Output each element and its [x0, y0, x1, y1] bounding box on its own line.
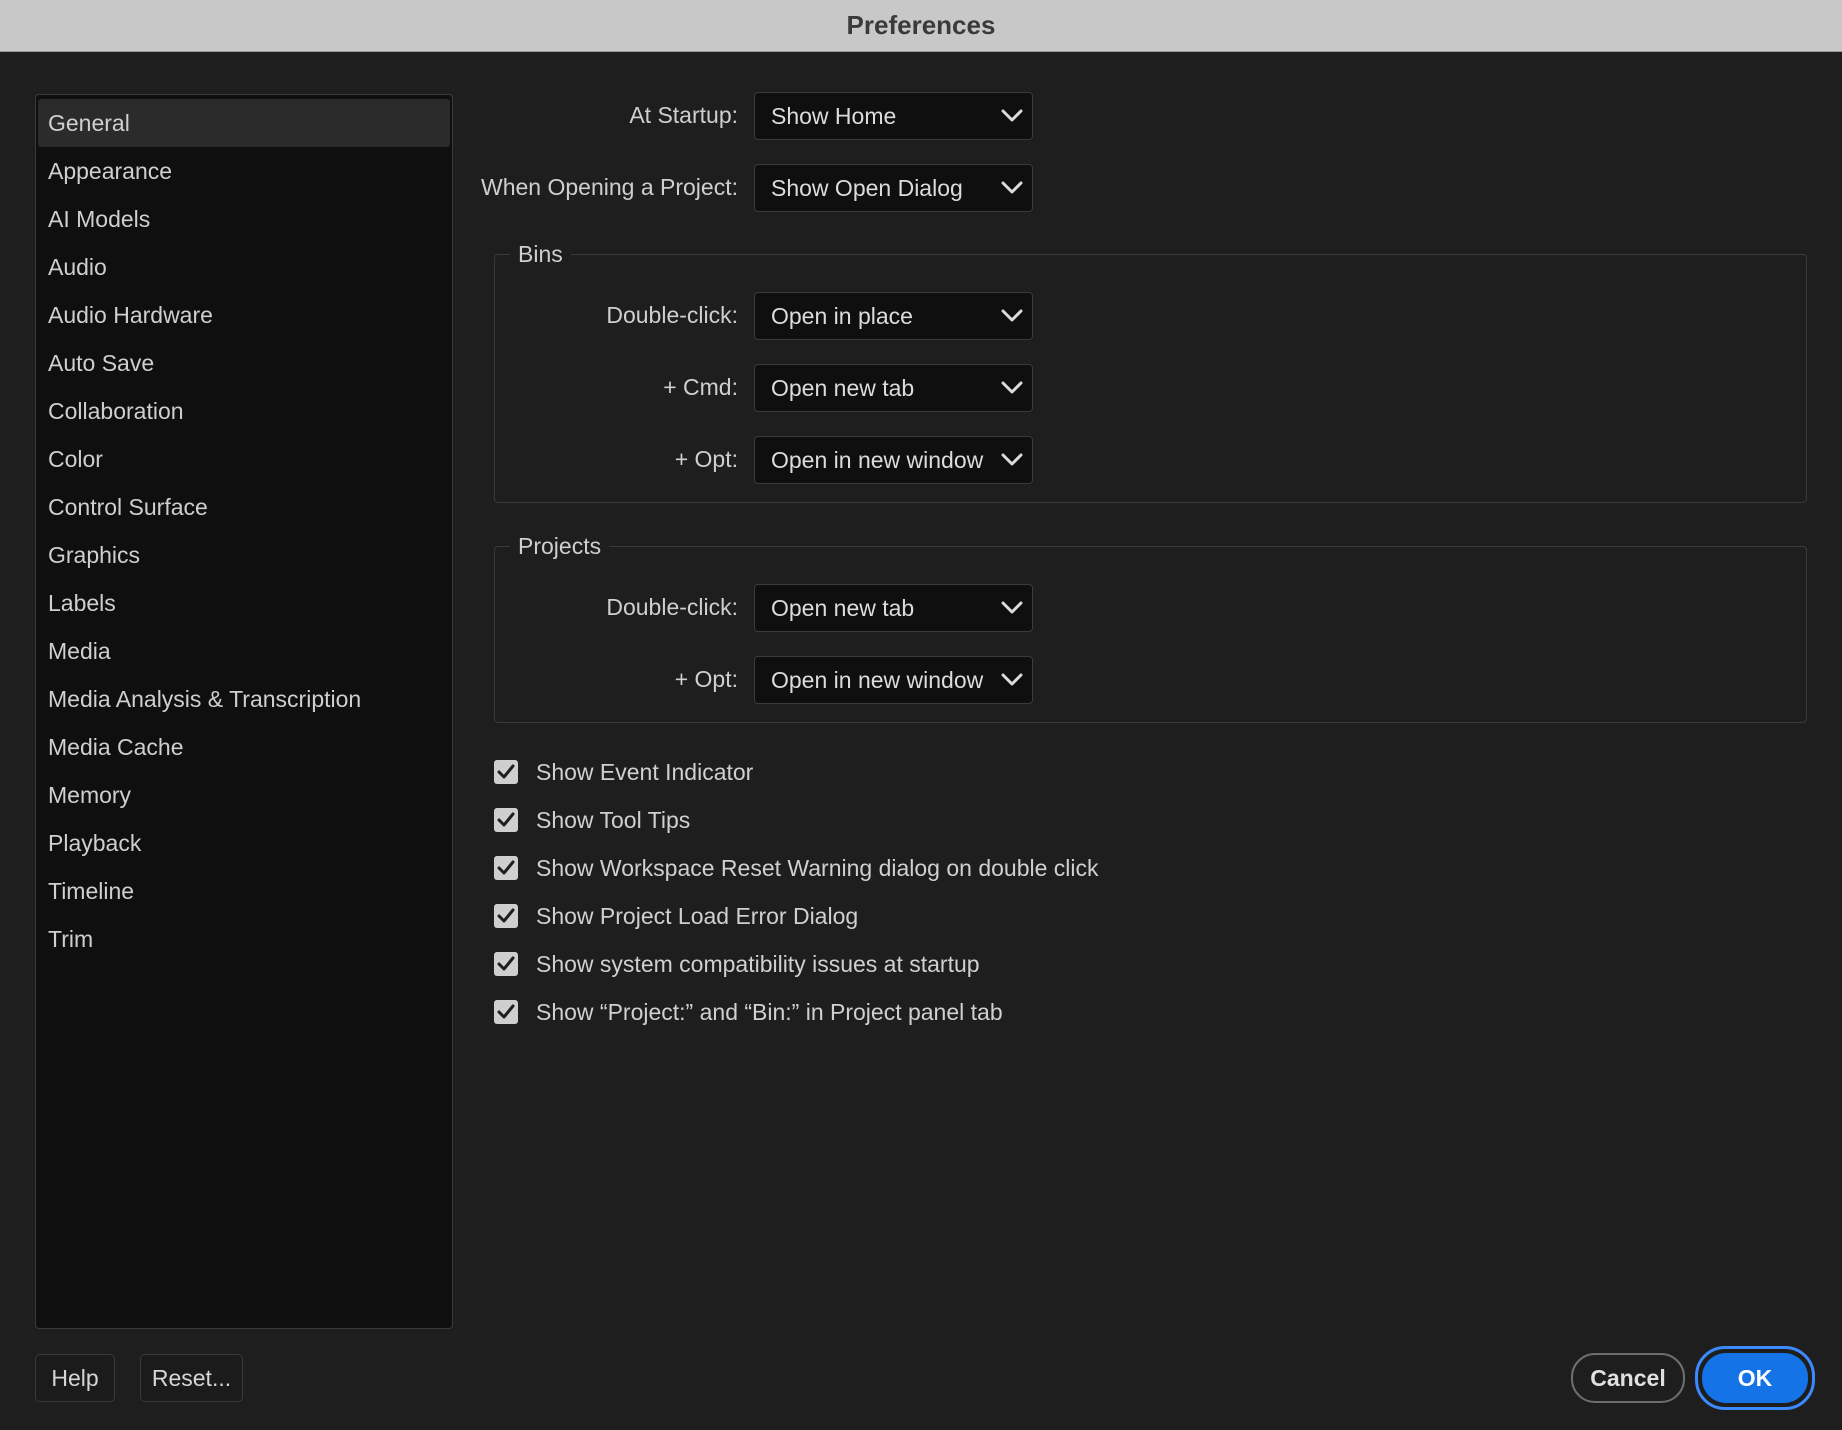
chevron-down-icon: [992, 93, 1032, 139]
sidebar-item-memory[interactable]: Memory: [38, 771, 450, 819]
show-workspace-reset-warning-checkbox[interactable]: [494, 856, 518, 880]
show-project-load-error-option[interactable]: Show Project Load Error Dialog: [494, 901, 858, 931]
bins-double-click-value: Open in place: [771, 302, 913, 329]
chevron-down-icon: [992, 585, 1032, 631]
projects-opt-dropdown[interactable]: Open in new window: [754, 656, 1033, 704]
bins-double-click-label: Double-click:: [606, 302, 738, 328]
at-startup-dropdown[interactable]: Show Home: [754, 92, 1033, 140]
reset-button[interactable]: Reset...: [140, 1354, 243, 1402]
bins-cmd-dropdown[interactable]: Open new tab: [754, 364, 1033, 412]
checkmark-icon: [497, 908, 515, 923]
show-event-indicator-option[interactable]: Show Event Indicator: [494, 757, 753, 787]
projects-group-title: Projects: [510, 533, 610, 560]
projects-double-click-label: Double-click:: [606, 594, 738, 620]
ok-button-label: OK: [1702, 1353, 1808, 1403]
sidebar-item-playback[interactable]: Playback: [38, 819, 450, 867]
show-compatibility-issues-checkbox[interactable]: [494, 952, 518, 976]
chevron-down-icon: [992, 293, 1032, 339]
projects-opt-value: Open in new window: [771, 666, 984, 693]
show-tool-tips-label: Show Tool Tips: [536, 806, 691, 833]
show-workspace-reset-warning-label: Show Workspace Reset Warning dialog on d…: [536, 854, 1099, 881]
bins-opt-value: Open in new window: [771, 446, 984, 473]
bins-double-click-dropdown[interactable]: Open in place: [754, 292, 1033, 340]
sidebar-item-control-surface[interactable]: Control Surface: [38, 483, 450, 531]
sidebar-item-graphics[interactable]: Graphics: [38, 531, 450, 579]
opening-project-dropdown[interactable]: Show Open Dialog: [754, 164, 1033, 212]
bins-cmd-value: Open new tab: [771, 374, 915, 401]
show-compatibility-issues-label: Show system compatibility issues at star…: [536, 950, 980, 977]
bins-group-title: Bins: [510, 241, 571, 268]
bins-cmd-label: + Cmd:: [663, 374, 738, 400]
checkmark-icon: [497, 812, 515, 827]
checkmark-icon: [497, 764, 515, 779]
projects-group: [494, 546, 1807, 723]
preferences-category-list[interactable]: General Appearance AI Models Audio Audio…: [35, 94, 453, 1329]
show-project-load-error-label: Show Project Load Error Dialog: [536, 902, 859, 929]
title-bar: Preferences: [0, 0, 1842, 52]
sidebar-item-ai-models[interactable]: AI Models: [38, 195, 450, 243]
chevron-down-icon: [992, 657, 1032, 703]
show-project-bin-in-tab-label: Show “Project:” and “Bin:” in Project pa…: [536, 998, 1003, 1025]
show-tool-tips-checkbox[interactable]: [494, 808, 518, 832]
show-project-bin-in-tab-checkbox[interactable]: [494, 1000, 518, 1024]
sidebar-item-media-cache[interactable]: Media Cache: [38, 723, 450, 771]
checkmark-icon: [497, 1004, 515, 1019]
show-project-load-error-checkbox[interactable]: [494, 904, 518, 928]
help-button[interactable]: Help: [35, 1354, 115, 1402]
window-title: Preferences: [846, 10, 996, 40]
chevron-down-icon: [992, 165, 1032, 211]
checkmark-icon: [497, 860, 515, 875]
at-startup-label: At Startup:: [629, 102, 738, 128]
projects-opt-label: + Opt:: [674, 666, 738, 692]
chevron-down-icon: [992, 437, 1032, 483]
chevron-down-icon: [992, 365, 1032, 411]
projects-double-click-dropdown[interactable]: Open new tab: [754, 584, 1033, 632]
show-project-bin-in-tab-option[interactable]: Show “Project:” and “Bin:” in Project pa…: [494, 997, 1003, 1027]
bins-opt-label: + Opt:: [674, 446, 738, 472]
projects-double-click-value: Open new tab: [771, 594, 915, 621]
show-tool-tips-option[interactable]: Show Tool Tips: [494, 805, 690, 835]
opening-project-value: Show Open Dialog: [771, 174, 963, 201]
show-event-indicator-label: Show Event Indicator: [536, 758, 754, 785]
cancel-button[interactable]: Cancel: [1571, 1353, 1685, 1403]
show-event-indicator-checkbox[interactable]: [494, 760, 518, 784]
show-workspace-reset-warning-option[interactable]: Show Workspace Reset Warning dialog on d…: [494, 853, 1099, 883]
show-compatibility-issues-option[interactable]: Show system compatibility issues at star…: [494, 949, 980, 979]
opening-project-label: When Opening a Project:: [481, 174, 738, 200]
sidebar-item-audio[interactable]: Audio: [38, 243, 450, 291]
sidebar-item-timeline[interactable]: Timeline: [38, 867, 450, 915]
bins-opt-dropdown[interactable]: Open in new window: [754, 436, 1033, 484]
ok-button[interactable]: OK: [1695, 1346, 1815, 1410]
at-startup-value: Show Home: [771, 102, 897, 129]
checkmark-icon: [497, 956, 515, 971]
sidebar-item-trim[interactable]: Trim: [38, 915, 450, 963]
